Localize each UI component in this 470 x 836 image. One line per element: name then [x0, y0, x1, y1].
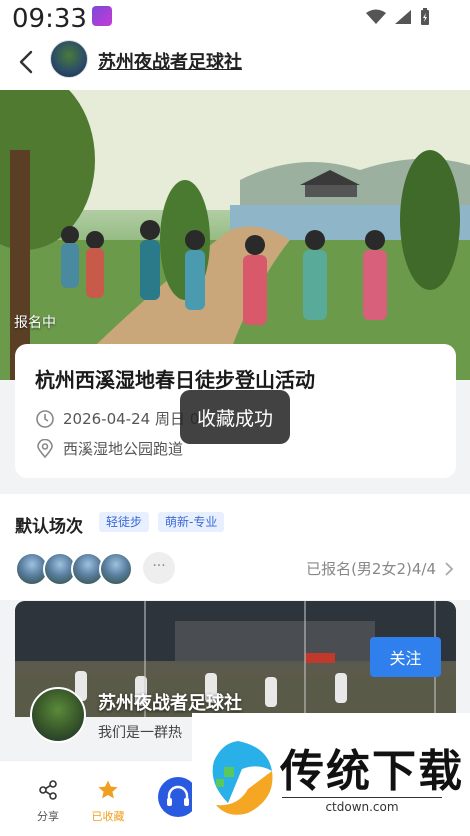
avatar [99, 552, 133, 586]
watermark-overlay: 传统下载 ctdown.com [192, 713, 470, 836]
session-tag: 轻徒步 [99, 512, 150, 532]
location-pin-icon [35, 438, 55, 459]
watermark-title: 传统下载 [280, 746, 464, 797]
back-icon[interactable] [14, 48, 42, 76]
favorite-button[interactable]: 已收藏 [88, 779, 128, 824]
share-label: 分享 [37, 810, 59, 823]
session-section: 默认场次 轻徒步 萌新-专业 ··· 已报名(男2女2)4/4 [0, 494, 470, 600]
session-title: 默认场次 [15, 517, 83, 537]
event-location: 西溪湿地公园跑道 [63, 440, 184, 458]
page-header: 苏州夜战者足球社 [0, 36, 470, 90]
club-name: 苏州夜战者足球社 [98, 693, 242, 714]
participant-avatars[interactable]: ··· [15, 552, 175, 586]
toast-message: 收藏成功 [180, 390, 290, 444]
clock-icon [35, 409, 55, 429]
wifi-icon [366, 9, 386, 25]
battery-icon [420, 8, 430, 26]
signup-count: 已报名(男2女2)4/4 [306, 560, 436, 578]
chevron-right-icon [445, 561, 454, 576]
club-avatar[interactable] [30, 687, 86, 743]
club-description: 我们是一群热 [98, 725, 182, 741]
event-cover-image: 报名中 [0, 90, 470, 380]
status-time: 09:33 [12, 4, 87, 34]
event-datetime-row: 2026-04-24 周日 0 [35, 408, 199, 429]
watermark-url: ctdown.com [282, 797, 442, 814]
share-button[interactable]: 分享 [28, 779, 68, 824]
session-tag: 萌新-专业 [158, 512, 225, 532]
event-location-row[interactable]: 西溪湿地公园跑道 [35, 438, 183, 459]
event-status-label: 报名中 [14, 315, 56, 331]
signal-icon [394, 9, 412, 25]
club-avatar-small[interactable] [50, 40, 88, 78]
event-title: 杭州西溪湿地春日徒步登山活动 [35, 368, 315, 392]
signup-status-link[interactable]: 已报名(男2女2)4/4 [306, 558, 454, 579]
status-bar: 09:33 [0, 0, 470, 36]
app-notification-icon [92, 6, 112, 26]
status-icons [366, 8, 430, 26]
more-participants-button[interactable]: ··· [143, 552, 175, 584]
star-icon [98, 780, 118, 799]
page-title[interactable]: 苏州夜战者足球社 [98, 48, 242, 74]
favorite-label: 已收藏 [91, 810, 125, 823]
event-datetime: 2026-04-24 周日 0 [63, 410, 200, 428]
watermark-logo [212, 741, 273, 815]
share-icon [39, 780, 57, 800]
follow-button[interactable]: 关注 [370, 637, 441, 677]
